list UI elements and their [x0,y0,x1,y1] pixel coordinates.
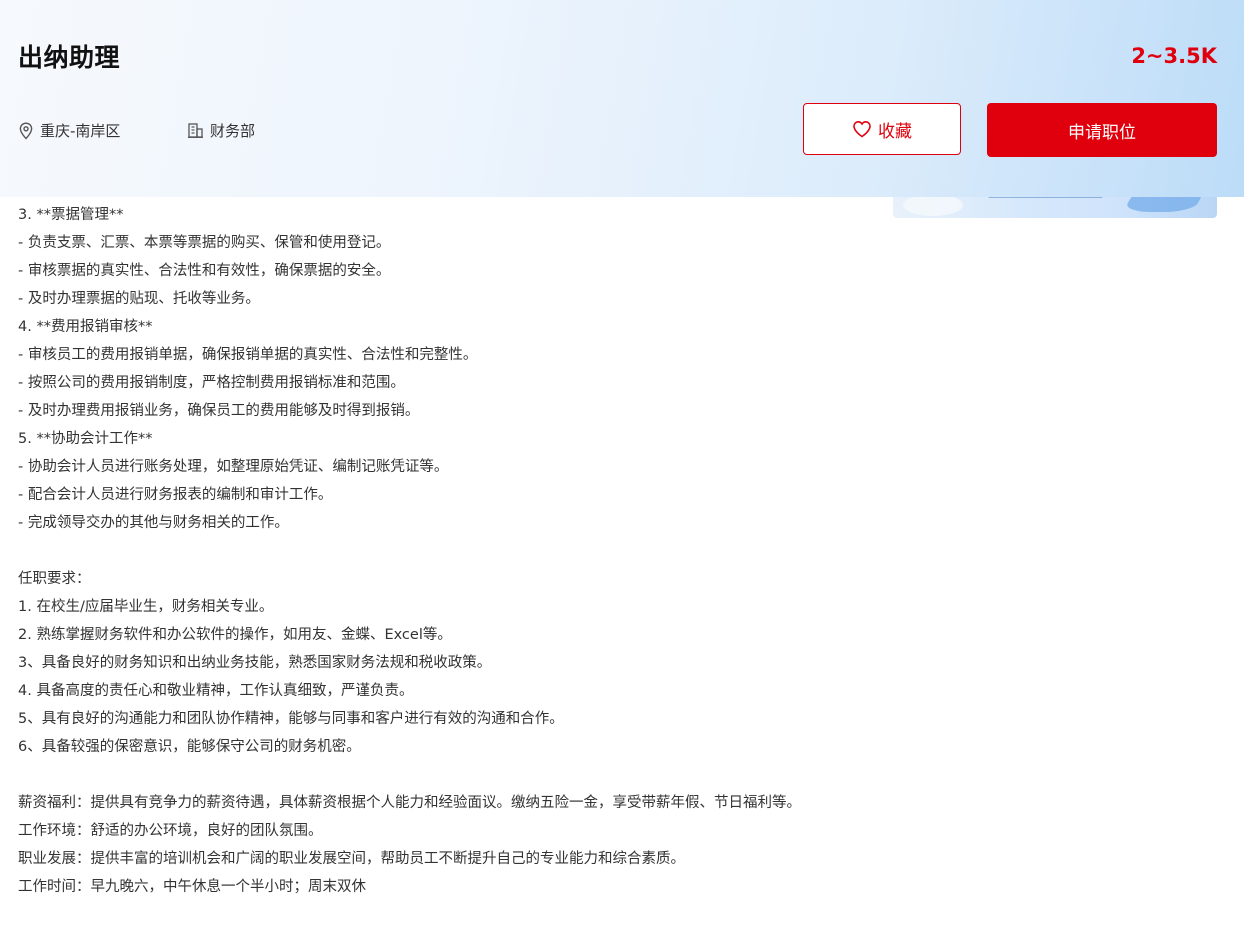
heart-icon [853,120,871,138]
banner-cloud [903,194,963,216]
job-header: 出纳助理 2~3.5K 重庆-南岸区 财务部 收藏 申请职位 [0,0,1244,197]
job-detail-page: 3. **票据管理** - 负责支票、汇票、本票等票据的购买、保管和使用登记。 … [0,0,1244,927]
working-hours-text: 工作时间：早九晚六，中午休息一个半小时；周末双休 [18,879,366,895]
page-title: 出纳助理 [18,43,121,72]
favorite-label: 收藏 [878,121,912,142]
requirement-item: 1. 在校生/应届毕业生，财务相关专业。 [18,599,274,615]
apply-button[interactable]: 申请职位 [987,103,1217,157]
requirements-title: 任职要求： [18,571,91,587]
description-line: - 负责支票、汇票、本票等票据的购买、保管和使用登记。 [18,235,391,251]
favorite-button[interactable]: 收藏 [803,103,961,155]
description-line: - 配合会计人员进行财务报表的编制和审计工作。 [18,487,333,503]
requirement-item: 6、具备较强的保密意识，能够保守公司的财务机密。 [18,739,361,755]
description-line: - 审核员工的费用报销单据，确保报销单据的真实性、合法性和完整性。 [18,347,478,363]
development-text: 职业发展：提供丰富的培训机会和广阔的职业发展空间，帮助员工不断提升自己的专业能力… [18,851,685,867]
salary-range: 2~3.5K [1131,44,1217,68]
job-department: 财务部 [187,120,255,141]
location-pin-icon [19,121,33,140]
requirement-item: 2. 熟练掌握财务软件和办公软件的操作，如用友、金蝶、Excel等。 [18,627,452,643]
description-line: 5. **协助会计工作** [18,431,153,447]
benefits-text: 薪资福利：提供具有竞争力的薪资待遇，具体薪资根据个人能力和经验面议。缴纳五险一金… [18,795,801,811]
description-line: - 协助会计人员进行账务处理，如整理原始凭证、编制记账凭证等。 [18,459,449,475]
requirement-item: 4. 具备高度的责任心和敬业精神，工作认真细致，严谨负责。 [18,683,414,699]
description-line: - 及时办理费用报销业务，确保员工的费用能够及时得到报销。 [18,403,420,419]
environment-text: 工作环境：舒适的办公环境，良好的团队氛围。 [18,823,323,839]
description-line: - 完成领导交办的其他与财务相关的工作。 [18,515,289,531]
description-line: - 审核票据的真实性、合法性和有效性，确保票据的安全。 [18,263,391,279]
building-icon [188,123,203,138]
location-label: 重庆-南岸区 [40,122,121,140]
description-line: - 及时办理票据的贴现、托收等业务。 [18,291,260,307]
description-line: - 按照公司的费用报销制度，严格控制费用报销标准和范围。 [18,375,405,391]
department-label: 财务部 [210,122,256,140]
job-location: 重庆-南岸区 [18,120,120,141]
description-line: 3. **票据管理** [18,207,124,223]
requirement-item: 5、具有良好的沟通能力和团队协作精神，能够与同事和客户进行有效的沟通和合作。 [18,711,564,727]
requirement-item: 3、具备良好的财务知识和出纳业务技能，熟悉国家财务法规和税收政策。 [18,655,492,671]
job-description: 3. **票据管理** - 负责支票、汇票、本票等票据的购买、保管和使用登记。 … [18,201,878,901]
description-line: 4. **费用报销审核** [18,319,153,335]
